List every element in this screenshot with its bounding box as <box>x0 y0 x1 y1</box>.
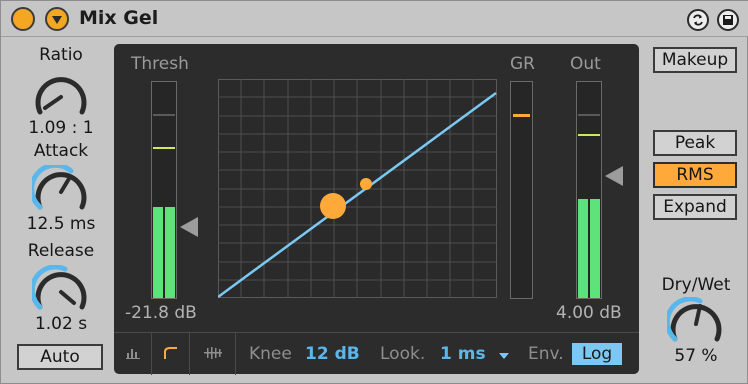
meter-peak-tick <box>578 134 600 136</box>
release-knob[interactable] <box>32 265 90 315</box>
gain-reduction-meter <box>510 81 533 299</box>
thresh-label: Thresh <box>131 54 189 74</box>
meter-peak-tick <box>153 147 175 149</box>
input-meter-left-fill <box>153 207 163 298</box>
swap-icon <box>693 14 703 26</box>
gr-indicator <box>513 114 530 117</box>
title-bar: Mix Gel <box>1 1 748 37</box>
save-preset-button[interactable] <box>717 9 739 31</box>
release-value: 1.02 s <box>34 314 88 334</box>
drywet-knob[interactable] <box>667 297 725 347</box>
device-fold-button[interactable] <box>45 7 69 31</box>
mode-button-curve[interactable] <box>152 333 190 375</box>
knee-value[interactable]: 12 dB <box>305 344 360 364</box>
gr-label: GR <box>510 54 535 74</box>
device-frame: Mix Gel Ratio 1.09 : 1 Attack 12.5 ms Re… <box>0 0 748 384</box>
output-meter <box>576 81 602 299</box>
mode-button-activity[interactable] <box>190 333 236 375</box>
drywet-value: 57 % <box>674 346 718 366</box>
knee-label: Knee <box>249 344 292 364</box>
release-label: Release <box>27 241 95 261</box>
attack-label: Attack <box>33 141 89 161</box>
compressor-display: Thresh GR Out -21.8 dB 4.00 dB Knee 12 d… <box>114 44 639 375</box>
device-title: Mix Gel <box>79 7 159 29</box>
threshold-slider-handle[interactable] <box>180 217 198 237</box>
chevron-down-icon[interactable] <box>499 353 509 359</box>
ratio-knob[interactable] <box>32 70 90 120</box>
lookahead-label: Look. <box>380 344 426 364</box>
output-meter-left-fill <box>578 199 588 298</box>
threshold-point[interactable] <box>320 193 346 219</box>
transfer-curve-graph[interactable] <box>218 79 497 298</box>
ratio-value: 1.09 : 1 <box>28 118 94 138</box>
makeup-button[interactable]: Makeup <box>653 47 737 73</box>
knee-point[interactable] <box>360 178 372 190</box>
ratio-label: Ratio <box>39 45 83 65</box>
activity-icon <box>204 347 222 359</box>
output-meter-right-fill <box>590 199 600 298</box>
device-power-button[interactable] <box>11 7 35 31</box>
drywet-label: Dry/Wet <box>661 275 731 295</box>
attack-knob[interactable] <box>32 165 90 215</box>
chevron-down-icon <box>52 16 62 24</box>
curve-icon <box>164 347 177 359</box>
rms-button[interactable]: RMS <box>653 162 737 188</box>
options-strip: Knee 12 dB Look. 1 ms Env. Log <box>114 332 639 375</box>
meter-tick <box>153 114 175 116</box>
hot-swap-button[interactable] <box>687 9 709 31</box>
mode-button-meter[interactable] <box>114 333 152 375</box>
meter-tick <box>578 114 600 116</box>
out-value: 4.00 dB <box>556 303 622 323</box>
out-label: Out <box>570 54 601 74</box>
envelope-log-button[interactable]: Log <box>572 343 622 365</box>
auto-release-button[interactable]: Auto <box>17 344 103 370</box>
lookahead-value[interactable]: 1 ms <box>440 344 486 364</box>
thresh-value: -21.8 dB <box>125 303 197 323</box>
input-meter <box>151 81 177 299</box>
save-icon <box>723 15 733 25</box>
input-meter-right-fill <box>165 207 175 298</box>
peak-button[interactable]: Peak <box>653 130 737 156</box>
expand-button[interactable]: Expand <box>653 194 737 220</box>
bars-icon <box>126 349 140 359</box>
output-gain-slider-handle[interactable] <box>605 166 623 186</box>
envelope-label: Env. <box>528 344 564 364</box>
attack-value: 12.5 ms <box>26 214 96 234</box>
